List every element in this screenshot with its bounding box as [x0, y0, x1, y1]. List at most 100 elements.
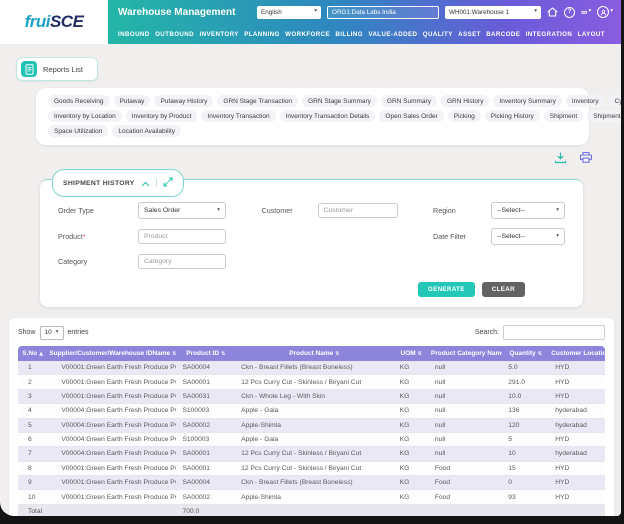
app-logo: frui SCE: [0, 0, 108, 44]
report-tab-shipment[interactable]: Shipment: [543, 110, 584, 122]
warehouse-select[interactable]: WH001:Warehouse 1 ▾: [445, 5, 542, 19]
order-type-value: Sales Order: [144, 207, 181, 214]
go-menu-icon[interactable]: ∞ ▾: [581, 6, 591, 17]
cell-location: hyderabad: [549, 446, 605, 462]
home-icon[interactable]: [547, 7, 558, 17]
cell-quantity: 291.0: [502, 374, 550, 390]
report-tab-grn-summary[interactable]: GRN Summary: [380, 95, 437, 107]
sort-icon: ⇅: [537, 351, 543, 357]
header-controls: English ▾ WH001:Warehouse 1 ▾ ?: [257, 5, 613, 19]
cell-sno: 1: [18, 361, 48, 376]
download-icon[interactable]: [554, 151, 567, 169]
nav-barcode[interactable]: BARCODE: [486, 31, 520, 38]
generate-button[interactable]: GENERATE: [417, 282, 475, 297]
column-header-product-name[interactable]: Product Name ⇅: [235, 346, 394, 361]
nav-workforce[interactable]: WORKFORCE: [285, 31, 330, 38]
report-tab-grn-stage-summary[interactable]: GRN Stage Summary: [302, 95, 377, 107]
column-header-uom[interactable]: UOM ⇅: [393, 346, 429, 361]
column-header-quantity[interactable]: Quantity ⇅: [502, 346, 550, 361]
nav-inbound[interactable]: INBOUND: [118, 31, 150, 38]
page-size-select[interactable]: 10 ▾: [39, 325, 64, 340]
cell-supplier: V00004:Green Earth Fresh Produce Pvt. Lt…: [47, 446, 177, 462]
column-header-supplier-customer-warehouse-idname[interactable]: Supplier/Customer/Warehouse IDName ⇅: [47, 346, 177, 361]
cell-product_name: Apple-Shimla: [235, 489, 394, 505]
date-filter-value: --Select--: [497, 233, 525, 240]
nav-integration[interactable]: INTEGRATION: [526, 31, 573, 38]
print-icon[interactable]: [579, 151, 593, 169]
clear-button[interactable]: CLEAR: [481, 282, 525, 297]
report-tab-picking[interactable]: Picking: [447, 110, 481, 122]
total-label: Total: [18, 504, 177, 516]
report-tab-shipment-order[interactable]: Shipment Order: [587, 110, 621, 122]
cell-location: HYD: [549, 361, 605, 376]
infinity-glyph: ∞: [581, 6, 588, 17]
shipment-history-table: S.No ▲ Supplier/Customer/Warehouse IDName ⇅…: [18, 346, 605, 516]
search-control: Search:: [475, 325, 605, 340]
cell-location: HYD: [549, 475, 605, 491]
chevron-down-icon: ▾: [556, 206, 559, 213]
report-tab-grn-stage-transaction[interactable]: GRN Stage Transaction: [217, 95, 299, 107]
cell-product_id: SA00004: [176, 475, 236, 491]
language-select-value: English: [261, 8, 282, 16]
cell-quantity: 120: [502, 418, 550, 433]
collapse-chevron-icon[interactable]: [141, 174, 150, 192]
expand-arrows-icon[interactable]: [163, 174, 173, 192]
cell-product_name: 12 Pcs Curry Cut - Skinless / Biryani Cu…: [235, 461, 394, 477]
report-tab-inventory-summary[interactable]: Inventory Summary: [493, 95, 562, 107]
app-header: fruiSCE Warehouse Management English ▾ W…: [0, 0, 621, 44]
report-tab-goods-receiving[interactable]: Goods Receiving: [48, 95, 110, 107]
report-tab-putaway[interactable]: Putaway: [113, 95, 151, 107]
region-select[interactable]: --Select-- ▾: [491, 202, 565, 219]
report-tab-inventory-by-location[interactable]: Inventory by Location: [48, 110, 122, 122]
sort-icon: ⇅: [221, 351, 226, 357]
product-input[interactable]: [138, 229, 226, 244]
column-header-product-category-name[interactable]: Product Category Name⇅: [428, 346, 503, 361]
report-tab-inventory-transaction[interactable]: Inventory Transaction: [201, 110, 276, 122]
cell-product_id: S100003: [176, 432, 236, 448]
column-header-s-no[interactable]: S.No ▲: [18, 346, 48, 361]
report-tab-inventory-transaction-details[interactable]: Inventory Transaction Details: [279, 110, 376, 122]
order-type-select[interactable]: Sales Order ▾: [138, 202, 226, 219]
column-header-product-id[interactable]: Product ID ⇅: [176, 346, 236, 361]
nav-quality[interactable]: QUALITY: [423, 31, 453, 38]
cell-location: HYD: [549, 389, 605, 405]
sort-icon: ⇅: [335, 351, 340, 357]
reports-list-button[interactable]: Reports List: [16, 57, 99, 81]
nav-planning[interactable]: PLANNING: [244, 31, 280, 38]
report-tab-location-availability[interactable]: Location Availability: [112, 125, 182, 137]
nav-outbound[interactable]: OUTBOUND: [155, 31, 194, 38]
category-input[interactable]: [138, 254, 226, 269]
nav-asset[interactable]: ASSET: [458, 31, 481, 38]
report-tab-inventory[interactable]: Inventory: [565, 95, 605, 107]
report-tab-picking-history[interactable]: Picking History: [484, 110, 540, 122]
nav-layout[interactable]: LAYOUT: [578, 31, 605, 38]
report-tab-inventory-by-product[interactable]: Inventory by Product: [125, 110, 198, 122]
report-tab-open-sales-order[interactable]: Open Sales Order: [379, 110, 444, 122]
report-tab-space-utilization[interactable]: Space Utilization: [48, 125, 109, 137]
cell-category: null: [428, 389, 503, 405]
date-filter-select[interactable]: --Select-- ▾: [491, 228, 565, 245]
report-tab-putaway-history[interactable]: Putaway History: [154, 95, 214, 107]
org-input[interactable]: [327, 5, 440, 19]
search-input[interactable]: [503, 325, 605, 340]
total-value: 700.0: [176, 504, 236, 516]
cell-uom: KG: [393, 361, 429, 376]
cell-sno: 3: [18, 389, 48, 405]
filter-panel-header: SHIPMENT HISTORY: [52, 169, 184, 197]
language-select[interactable]: English ▾: [257, 5, 322, 19]
nav-inventory[interactable]: INVENTORY: [199, 31, 238, 38]
report-tab-cycle-counting[interactable]: Cycle Counting: [608, 95, 621, 107]
filter-fields: Order Type Sales Order ▾ Customer Region…: [56, 194, 567, 269]
nav-value-added[interactable]: VALUE-ADDED: [368, 31, 417, 38]
cell-quantity: 0: [502, 475, 550, 491]
cell-sno: 9: [18, 475, 48, 491]
column-header-customer-location[interactable]: Customer Location⇅: [549, 346, 605, 361]
nav-billing[interactable]: BILLING: [335, 31, 363, 38]
cell-category: null: [428, 361, 503, 376]
help-icon[interactable]: ?: [564, 6, 576, 18]
page-size-control: Show 10 ▾ entries: [18, 325, 89, 340]
cell-sno: 4: [18, 403, 48, 419]
report-tab-grn-history[interactable]: GRN History: [440, 95, 490, 107]
customer-input[interactable]: [317, 203, 398, 218]
user-avatar-icon[interactable]: ▾: [597, 6, 613, 18]
